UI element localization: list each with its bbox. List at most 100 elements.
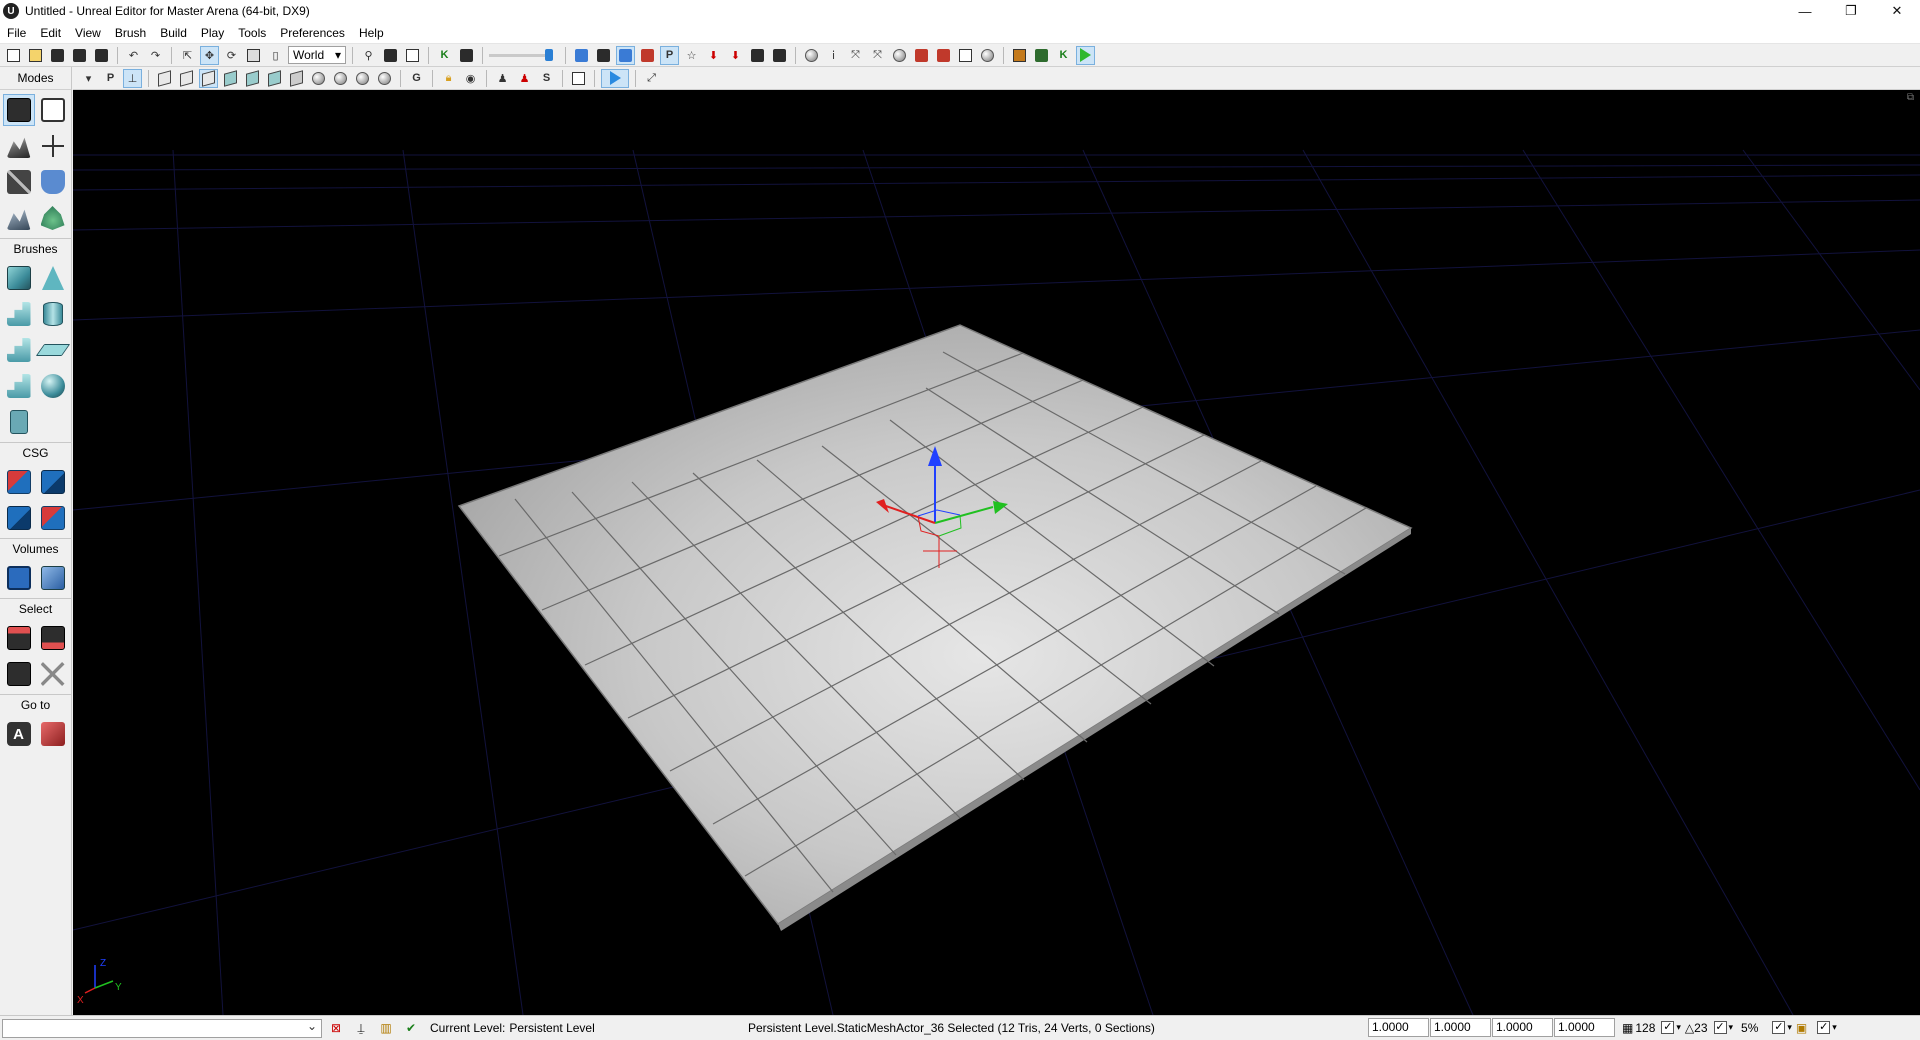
sphere-brush-button[interactable] bbox=[37, 370, 69, 402]
mesh-paint-button[interactable] bbox=[3, 202, 35, 234]
shader-complexity-icon[interactable] bbox=[331, 69, 350, 88]
viewport-menu-icon[interactable]: ⧉ bbox=[1907, 92, 1914, 103]
filter-icon[interactable]: ⊠ bbox=[325, 1019, 347, 1038]
view-options-icon[interactable] bbox=[978, 46, 997, 65]
mobile-icon[interactable] bbox=[934, 46, 953, 65]
scale-snap-value[interactable]: 5% bbox=[1741, 1021, 1758, 1035]
csg-subtract-button[interactable] bbox=[37, 466, 69, 498]
cube-brush-button[interactable] bbox=[3, 262, 35, 294]
minimize-button[interactable]: — bbox=[1782, 0, 1828, 22]
matinee-icon[interactable] bbox=[381, 46, 400, 65]
floor-mesh[interactable] bbox=[457, 324, 1413, 931]
menu-help[interactable]: Help bbox=[352, 26, 391, 40]
eye-icon[interactable]: ◉ bbox=[461, 69, 480, 88]
select-all-button[interactable] bbox=[3, 658, 35, 690]
publish-icon[interactable] bbox=[912, 46, 931, 65]
build-lighting-icon[interactable] bbox=[770, 46, 789, 65]
volume-list-button[interactable] bbox=[37, 562, 69, 594]
csg-add-button[interactable] bbox=[3, 466, 35, 498]
build-paths-icon[interactable] bbox=[802, 46, 821, 65]
rotation-snap-value[interactable]: 23 bbox=[1694, 1021, 1707, 1035]
menu-preferences[interactable]: Preferences bbox=[273, 26, 352, 40]
find-icon[interactable]: ⚲ bbox=[359, 46, 378, 65]
drop-pivot-icon[interactable]: ⬇ bbox=[726, 46, 745, 65]
dropdown-icon[interactable]: ▾ bbox=[79, 69, 98, 88]
texture-streaming-icon[interactable] bbox=[594, 46, 613, 65]
save-as-icon[interactable] bbox=[92, 46, 111, 65]
p-toggle-icon[interactable]: P bbox=[101, 69, 120, 88]
realtime-play-icon[interactable] bbox=[601, 68, 629, 88]
realtime-icon[interactable] bbox=[616, 45, 635, 65]
redo-icon[interactable]: ↷ bbox=[146, 46, 165, 65]
restore-button[interactable]: ❐ bbox=[1828, 0, 1874, 22]
build-cover-icon[interactable]: ⅰ bbox=[824, 46, 843, 65]
chevron-down-icon[interactable]: ▾ bbox=[1729, 1022, 1734, 1033]
autosave-checkbox[interactable]: ✓ bbox=[1817, 1021, 1831, 1034]
camera-mode-button[interactable] bbox=[2, 94, 35, 126]
g-mode-icon[interactable]: G bbox=[407, 69, 426, 88]
rotation-snap-checkbox[interactable]: ✓ bbox=[1713, 1021, 1727, 1034]
deselect-button[interactable] bbox=[37, 658, 69, 690]
menu-view[interactable]: View bbox=[68, 26, 108, 40]
translate-mode-icon[interactable]: ✥ bbox=[200, 45, 219, 65]
menu-edit[interactable]: Edit bbox=[33, 26, 68, 40]
light-complexity-icon[interactable] bbox=[287, 69, 306, 88]
menu-build[interactable]: Build bbox=[153, 26, 194, 40]
select-mode-icon[interactable]: ⇱ bbox=[178, 46, 197, 65]
show-flags-icon[interactable] bbox=[572, 46, 591, 65]
curved-stair-brush-button[interactable] bbox=[3, 298, 35, 330]
goto-actor-button[interactable]: A bbox=[3, 718, 35, 750]
perspective-viewport[interactable]: Z X Y ⧉ bbox=[73, 90, 1920, 1015]
volumetric-brush-button[interactable] bbox=[3, 406, 35, 438]
play-in-viewport-icon[interactable] bbox=[1032, 46, 1051, 65]
menu-file[interactable]: File bbox=[0, 26, 33, 40]
close-button[interactable]: ✕ bbox=[1874, 0, 1920, 22]
build-all-icon[interactable]: ⤧ bbox=[846, 46, 865, 65]
new-icon[interactable] bbox=[4, 46, 23, 65]
lock-view-icon[interactable] bbox=[638, 46, 657, 65]
detail-lighting-icon[interactable] bbox=[243, 69, 262, 88]
autosave-icon[interactable]: ▣ bbox=[1796, 1021, 1807, 1035]
texture-mode-button[interactable] bbox=[3, 166, 35, 198]
kismet-debug-icon[interactable]: K bbox=[1054, 46, 1073, 65]
drag-grid-y-field[interactable]: 1.0000 bbox=[1430, 1018, 1491, 1037]
linear-stair-brush-button[interactable] bbox=[3, 334, 35, 366]
coordinate-space-select[interactable]: World ▾ bbox=[288, 46, 346, 64]
s-icon[interactable]: S bbox=[537, 69, 556, 88]
cook-icon[interactable] bbox=[890, 46, 909, 65]
chevron-down-icon[interactable]: ▾ bbox=[1832, 1022, 1837, 1033]
drag-grid-w-field[interactable]: 1.0000 bbox=[1554, 1018, 1615, 1037]
ground-snap-icon[interactable]: ⊥ bbox=[123, 68, 142, 88]
grid-snap-checkbox[interactable]: ✓ bbox=[1661, 1021, 1675, 1034]
star-icon[interactable]: ☆ bbox=[682, 46, 701, 65]
pin-icon[interactable]: ⍊ bbox=[350, 1019, 372, 1038]
geometry-mode-button[interactable] bbox=[37, 94, 69, 126]
spiral-stair-brush-button[interactable] bbox=[3, 370, 35, 402]
texture-density-icon[interactable] bbox=[309, 69, 328, 88]
build-geometry-icon[interactable] bbox=[748, 46, 767, 65]
unlit-icon[interactable] bbox=[199, 68, 218, 88]
levels-icon[interactable] bbox=[457, 46, 476, 65]
terrain-mode-button[interactable] bbox=[3, 130, 35, 162]
content-browser-icon[interactable] bbox=[403, 46, 422, 65]
open-icon[interactable] bbox=[26, 46, 45, 65]
cone-brush-button[interactable] bbox=[37, 262, 69, 294]
menu-brush[interactable]: Brush bbox=[108, 26, 153, 40]
play-icon[interactable] bbox=[1076, 45, 1095, 65]
build-all-submit-icon[interactable]: ⤧ bbox=[868, 46, 887, 65]
frame-icon[interactable] bbox=[569, 69, 588, 88]
lightmap-density-icon[interactable] bbox=[353, 69, 372, 88]
actor-icon[interactable]: ♟ bbox=[493, 69, 512, 88]
plane-brush-button[interactable] bbox=[35, 334, 70, 366]
undo-icon[interactable]: ↶ bbox=[124, 46, 143, 65]
drag-grid-x-field[interactable]: 1.0000 bbox=[1368, 1018, 1429, 1037]
goto-builder-brush-button[interactable] bbox=[37, 718, 69, 750]
command-input[interactable] bbox=[2, 1018, 322, 1038]
level-check-icon[interactable]: ✔ bbox=[400, 1019, 422, 1038]
maximize-viewport-icon[interactable]: ⤢ bbox=[642, 69, 661, 88]
scale-mode-icon[interactable] bbox=[244, 46, 263, 65]
foliage-mode-button[interactable] bbox=[37, 202, 69, 234]
toggle-panel-icon[interactable] bbox=[1010, 46, 1029, 65]
camera-speed-slider[interactable] bbox=[489, 46, 559, 64]
add-volume-button[interactable] bbox=[3, 562, 35, 594]
